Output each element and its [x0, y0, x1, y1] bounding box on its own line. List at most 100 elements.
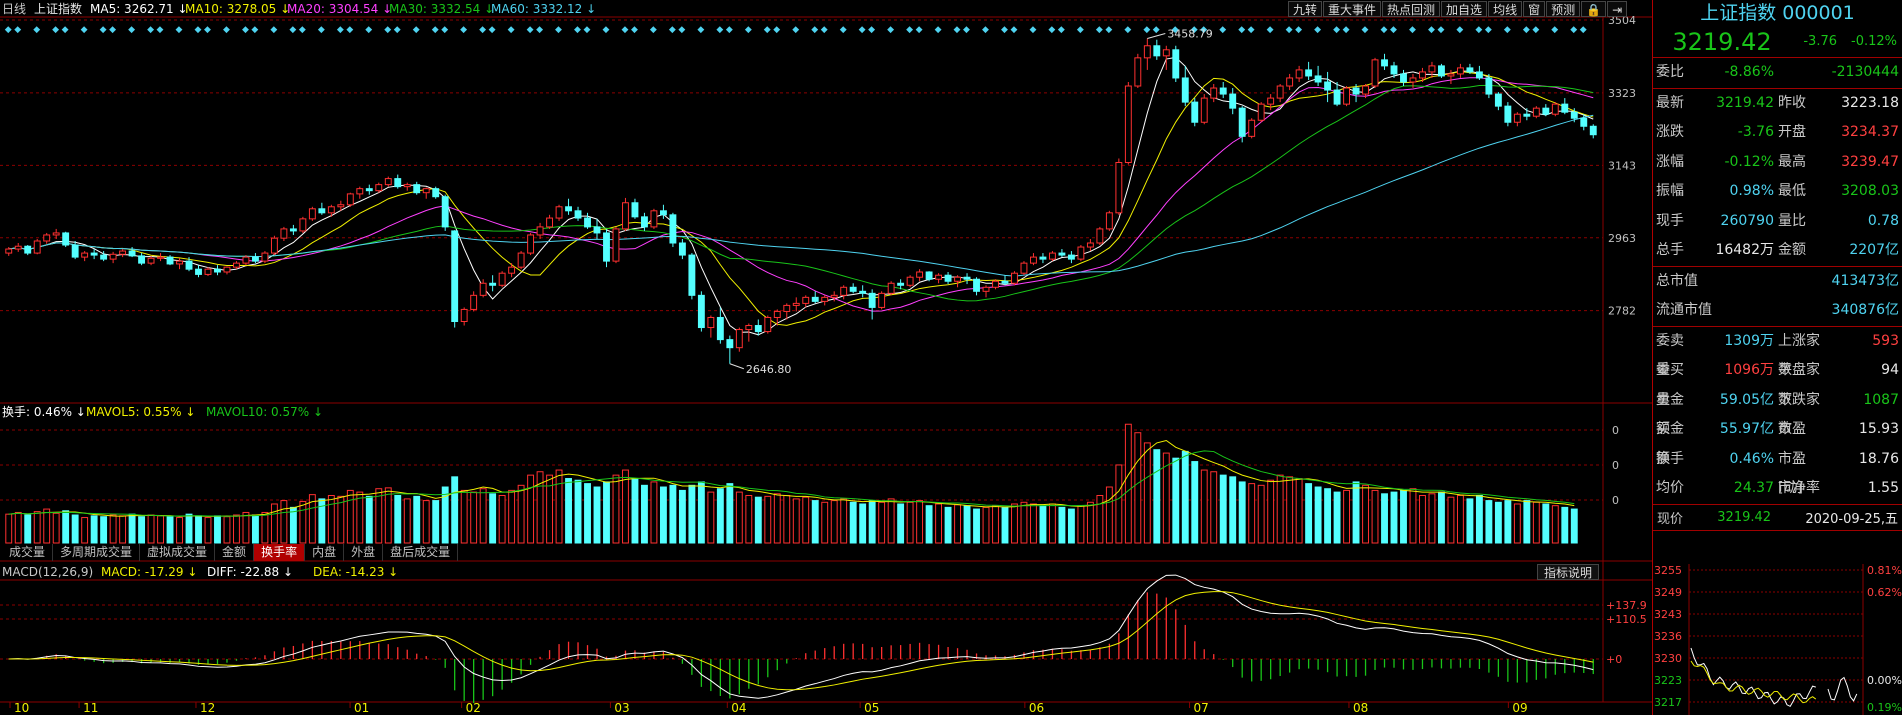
volume-bar[interactable]: [527, 474, 535, 544]
candle-body[interactable]: [233, 262, 240, 268]
volume-bar[interactable]: [1333, 491, 1341, 544]
candle-body[interactable]: [1419, 71, 1426, 79]
candle-body[interactable]: [261, 252, 269, 262]
volume-bar[interactable]: [859, 503, 867, 544]
candle-body[interactable]: [584, 217, 591, 228]
volume-bar[interactable]: [1086, 501, 1094, 544]
volume-bar[interactable]: [1001, 506, 1009, 544]
volume-bar[interactable]: [1305, 483, 1313, 544]
volume-bar[interactable]: [251, 514, 259, 544]
candle-body[interactable]: [308, 208, 316, 220]
volume-bar[interactable]: [1324, 488, 1332, 544]
volume-bar[interactable]: [100, 516, 108, 544]
volume-bar[interactable]: [223, 516, 231, 544]
volume-bar[interactable]: [1532, 501, 1540, 544]
volume-bar[interactable]: [574, 479, 582, 544]
candle-body[interactable]: [147, 257, 155, 264]
volume-bar[interactable]: [849, 501, 857, 544]
candle-body[interactable]: [33, 240, 41, 254]
volume-bar[interactable]: [1409, 488, 1417, 544]
volume-bar[interactable]: [1219, 474, 1227, 544]
candle-body[interactable]: [100, 254, 108, 260]
candle-body[interactable]: [811, 296, 819, 302]
candle-body[interactable]: [1494, 93, 1502, 107]
volume-bar[interactable]: [1030, 503, 1037, 544]
volume-bar[interactable]: [1200, 469, 1208, 544]
candle-body[interactable]: [1229, 93, 1237, 109]
candle-body[interactable]: [1589, 125, 1597, 136]
volume-bar[interactable]: [166, 516, 174, 544]
candle-body[interactable]: [176, 260, 183, 265]
candle-body[interactable]: [1096, 228, 1104, 244]
candle-body[interactable]: [81, 252, 89, 258]
volume-bar[interactable]: [593, 486, 601, 544]
volume-bar[interactable]: [1172, 457, 1180, 544]
candle-body[interactable]: [318, 208, 326, 214]
candle-body[interactable]: [356, 188, 364, 195]
candle-body[interactable]: [641, 216, 648, 228]
volume-bar[interactable]: [62, 510, 70, 544]
volume-tab-4[interactable]: 换手率: [254, 544, 306, 561]
candle-body[interactable]: [1400, 73, 1407, 83]
candle-body[interactable]: [1219, 87, 1227, 95]
volume-bar[interactable]: [109, 514, 117, 544]
volume-tab-2[interactable]: 虚拟成交量: [140, 544, 216, 561]
candle-body[interactable]: [1513, 113, 1521, 123]
toolbar-button-2[interactable]: 热点回测: [1382, 1, 1441, 17]
volume-bar[interactable]: [1343, 489, 1351, 544]
candle-body[interactable]: [1058, 252, 1066, 256]
candle-body[interactable]: [792, 302, 800, 306]
candle-body[interactable]: [859, 290, 867, 294]
volume-bar[interactable]: [1248, 483, 1256, 544]
toolbar-button-1[interactable]: 重大事件: [1323, 1, 1382, 17]
volume-bar[interactable]: [1105, 486, 1113, 544]
candle-body[interactable]: [1238, 107, 1246, 137]
candle-body[interactable]: [992, 280, 999, 288]
volume-tab-7[interactable]: 盘后成交量: [383, 544, 459, 561]
candle-body[interactable]: [365, 188, 373, 192]
candle-body[interactable]: [1162, 49, 1170, 57]
candle-body[interactable]: [887, 282, 895, 294]
volume-bar[interactable]: [707, 491, 715, 544]
candle-body[interactable]: [527, 234, 535, 254]
candle-body[interactable]: [1580, 117, 1588, 127]
candle-body[interactable]: [878, 292, 886, 308]
candle-body[interactable]: [422, 188, 430, 194]
volume-bar[interactable]: [214, 515, 221, 544]
candle-body[interactable]: [973, 278, 980, 292]
candle-body[interactable]: [214, 268, 221, 273]
volume-bar[interactable]: [811, 500, 819, 544]
volume-bar[interactable]: [1542, 503, 1550, 544]
volume-bar[interactable]: [954, 504, 961, 544]
volume-bar[interactable]: [24, 514, 32, 544]
volume-bar[interactable]: [735, 491, 743, 544]
candle-body[interactable]: [764, 316, 772, 333]
candle-body[interactable]: [1333, 89, 1341, 105]
candle-body[interactable]: [935, 274, 943, 280]
candle-body[interactable]: [1134, 57, 1142, 87]
candle-body[interactable]: [868, 292, 876, 308]
volume-bar[interactable]: [1134, 432, 1142, 544]
candle-body[interactable]: [157, 256, 164, 259]
volume-bar[interactable]: [868, 500, 876, 544]
candle-body[interactable]: [1001, 280, 1009, 284]
candle-body[interactable]: [289, 228, 297, 232]
volume-bar[interactable]: [1048, 503, 1056, 544]
candle-body[interactable]: [1532, 107, 1540, 117]
volume-bar[interactable]: [1181, 450, 1189, 544]
volume-bar[interactable]: [413, 495, 421, 544]
candle-body[interactable]: [1115, 162, 1123, 214]
candle-body[interactable]: [697, 294, 705, 329]
volume-bar[interactable]: [1229, 476, 1237, 544]
candle-body[interactable]: [1371, 59, 1379, 87]
candle-body[interactable]: [1105, 212, 1113, 230]
candle-body[interactable]: [1561, 103, 1569, 113]
candle-body[interactable]: [1438, 65, 1445, 77]
volume-bar[interactable]: [384, 487, 392, 544]
volume-bar[interactable]: [147, 514, 155, 544]
volume-bar[interactable]: [650, 481, 658, 544]
candle-body[interactable]: [1048, 252, 1056, 260]
candle-body[interactable]: [138, 255, 146, 264]
volume-bar[interactable]: [33, 511, 41, 544]
candle-body[interactable]: [1362, 85, 1369, 95]
